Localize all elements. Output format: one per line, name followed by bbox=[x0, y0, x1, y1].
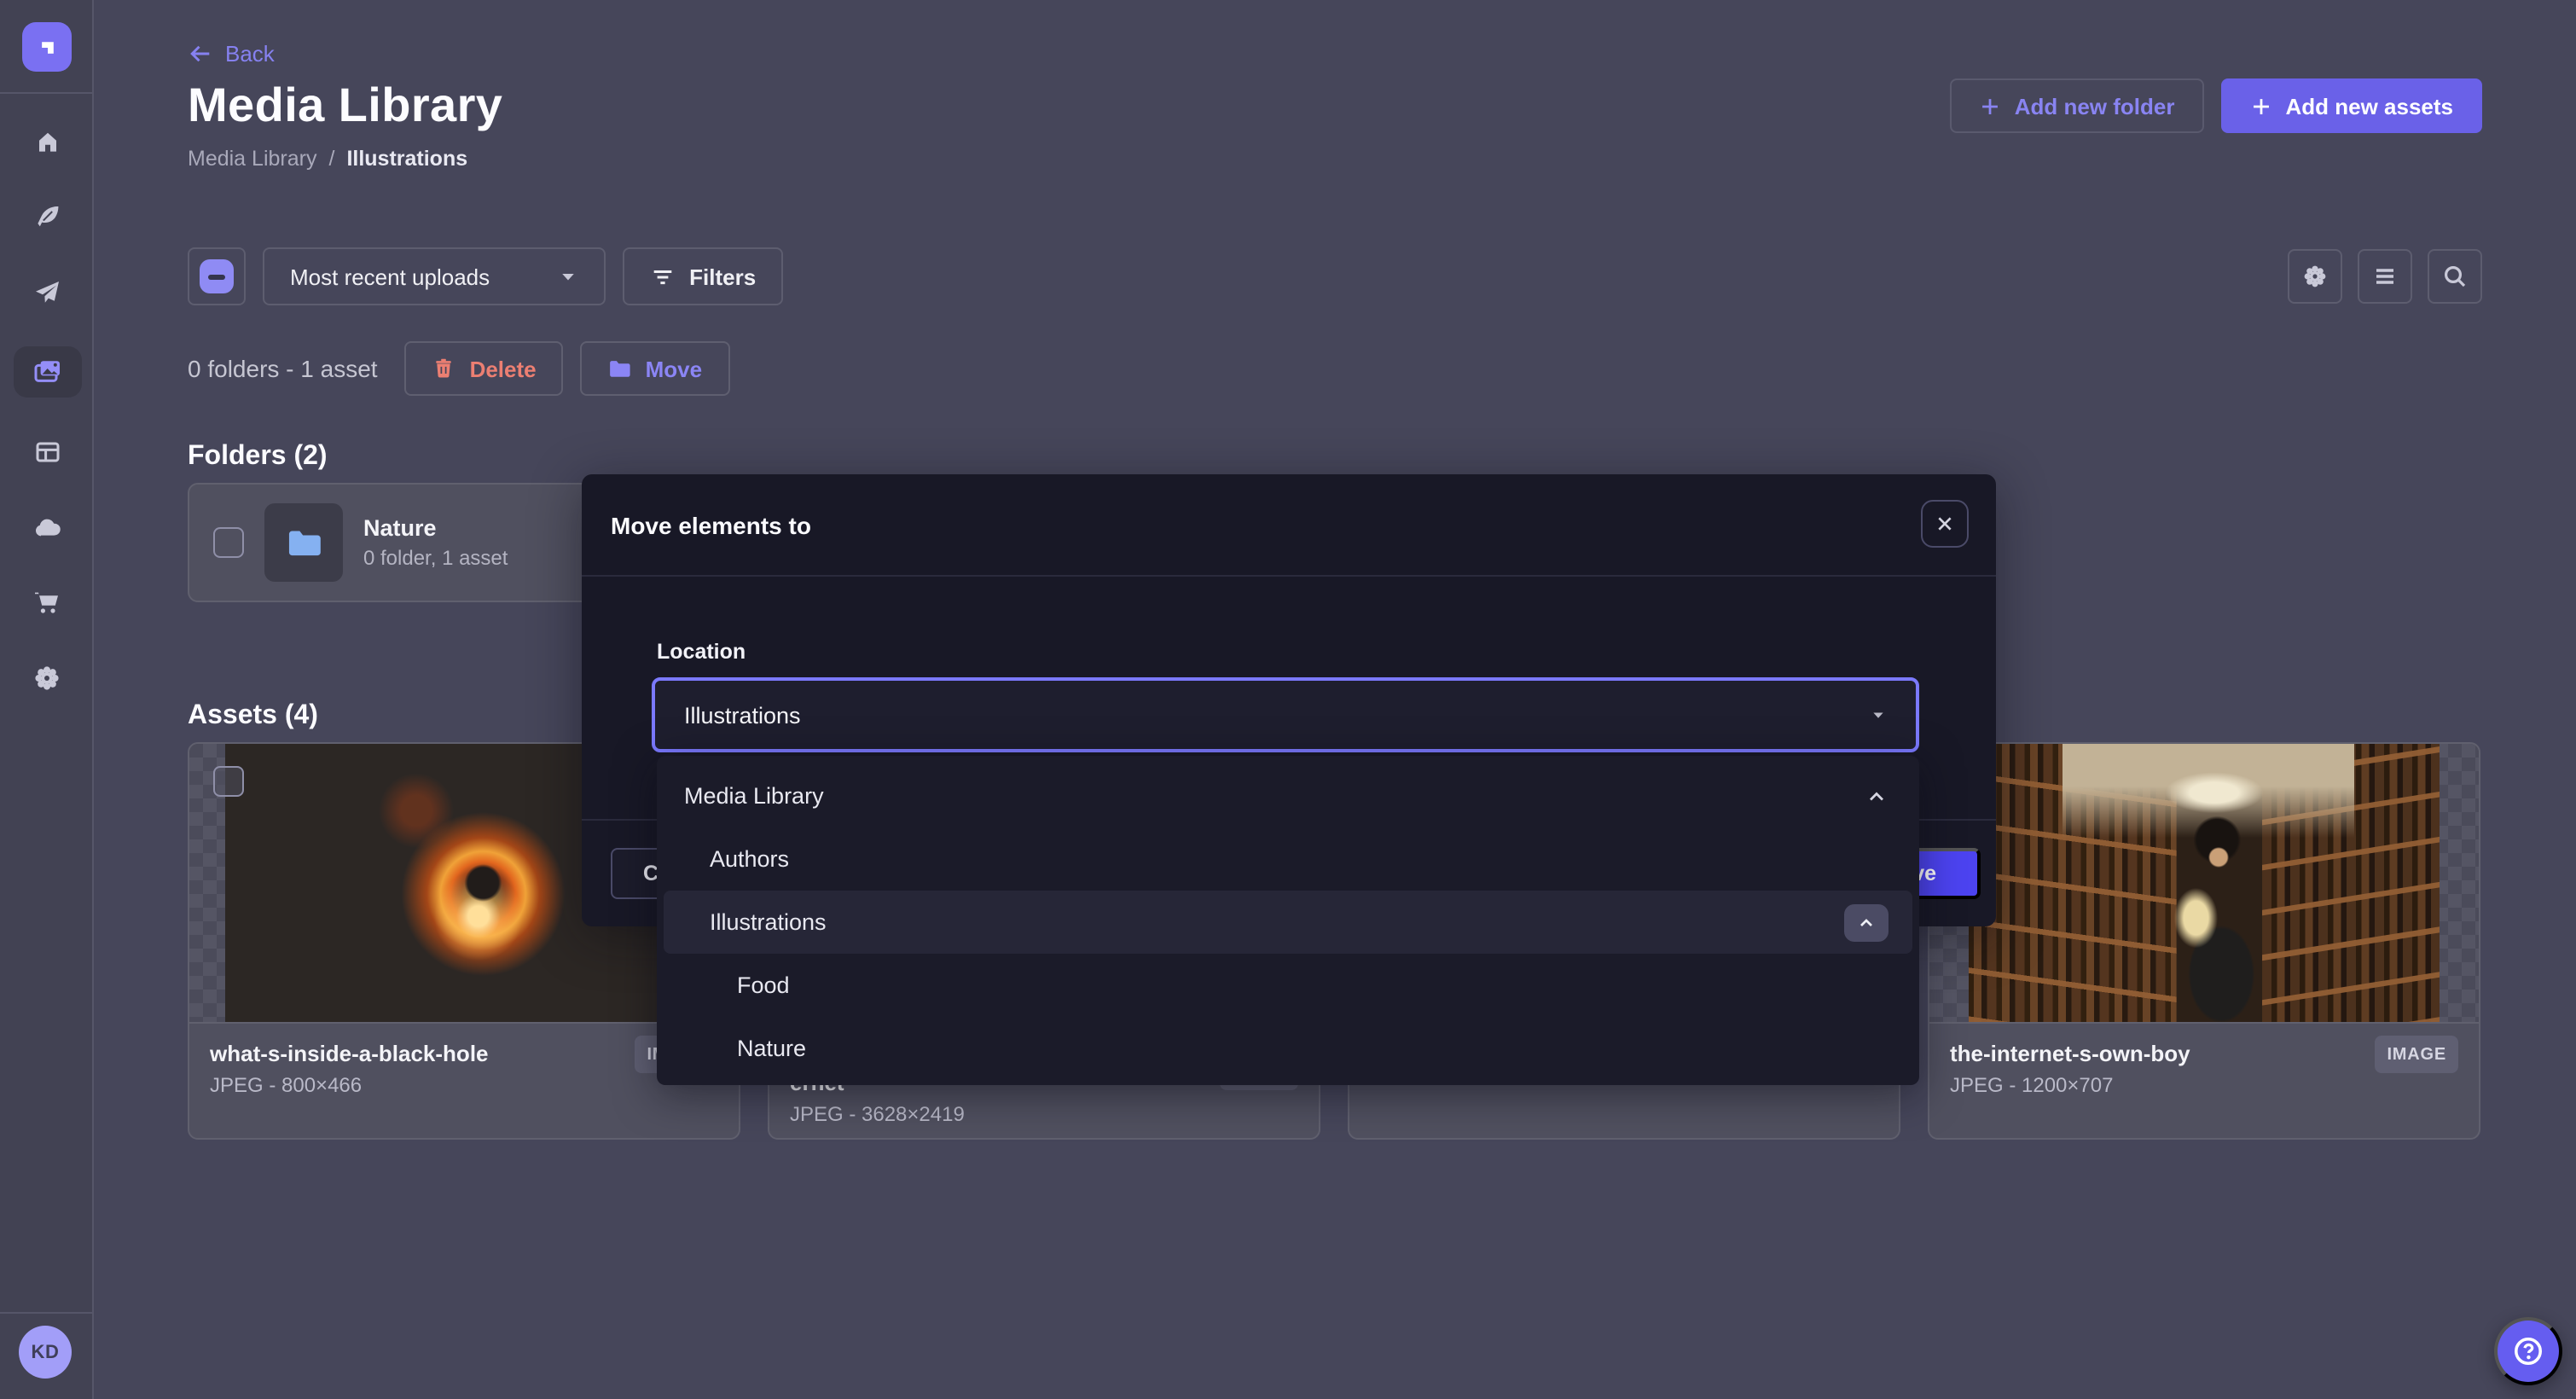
selection-summary: 0 folders - 1 asset bbox=[188, 355, 378, 382]
media-library-app: KD Back Media Library Add new folder Add… bbox=[0, 0, 2576, 1399]
option-nature[interactable]: Nature bbox=[664, 1017, 1912, 1080]
location-select[interactable]: Illustrations bbox=[652, 677, 1919, 752]
settings-gear-icon[interactable] bbox=[2288, 249, 2342, 304]
sidebar-nav bbox=[0, 121, 94, 698]
asset-size: JPEG - 800×466 bbox=[210, 1073, 718, 1097]
add-new-folder-label: Add new folder bbox=[2015, 93, 2175, 119]
plus-icon bbox=[2249, 95, 2271, 117]
location-dropdown-panel: Media Library Authors Illustrations Food… bbox=[657, 756, 1919, 1085]
selection-bar: 0 folders - 1 asset Delete Move bbox=[188, 341, 2482, 396]
option-label: Illustrations bbox=[710, 909, 827, 935]
page-title: Media Library bbox=[188, 78, 502, 133]
caret-down-icon bbox=[1870, 706, 1887, 723]
library-image bbox=[1969, 744, 2440, 1022]
asset-info: the-internet-s-own-boy JPEG - 1200×707 I… bbox=[1929, 1024, 2479, 1097]
layout-icon[interactable] bbox=[13, 432, 81, 473]
folder-info: Nature 0 folder, 1 asset bbox=[363, 515, 508, 570]
option-media-library[interactable]: Media Library bbox=[664, 764, 1912, 827]
move-button[interactable]: Move bbox=[581, 341, 729, 396]
chevron-up-icon[interactable] bbox=[1865, 784, 1888, 808]
asset-type-badge: IMAGE bbox=[2375, 1036, 2458, 1073]
option-label: Food bbox=[737, 972, 790, 998]
view-controls bbox=[2288, 249, 2482, 304]
collapse-chevron-button[interactable] bbox=[1844, 903, 1888, 941]
asset-checkbox[interactable] bbox=[213, 766, 244, 797]
cloud-icon[interactable] bbox=[13, 507, 81, 548]
add-new-assets-button[interactable]: Add new assets bbox=[2220, 78, 2482, 133]
option-illustrations[interactable]: Illustrations bbox=[664, 891, 1912, 954]
close-icon[interactable] bbox=[1921, 500, 1969, 548]
sort-dropdown[interactable]: Most recent uploads bbox=[263, 247, 606, 305]
avatar[interactable]: KD bbox=[19, 1326, 72, 1379]
plus-icon bbox=[1979, 95, 2001, 117]
folders-heading: Folders (2) bbox=[188, 442, 2482, 473]
breadcrumb: Media Library / Illustrations bbox=[188, 147, 2482, 171]
question-icon bbox=[2511, 1334, 2545, 1368]
option-authors[interactable]: Authors bbox=[664, 827, 1912, 891]
folder-icon bbox=[608, 357, 632, 380]
cart-icon[interactable] bbox=[13, 582, 81, 623]
breadcrumb-separator: / bbox=[328, 147, 334, 171]
person-art bbox=[2148, 805, 2289, 1022]
option-label: Media Library bbox=[684, 783, 824, 809]
search-icon[interactable] bbox=[2428, 249, 2482, 304]
strapi-logo-icon[interactable] bbox=[22, 22, 72, 72]
back-label: Back bbox=[225, 41, 275, 67]
modal-title: Move elements to bbox=[611, 474, 811, 577]
breadcrumb-parent[interactable]: Media Library bbox=[188, 147, 316, 171]
option-label: Nature bbox=[737, 1036, 806, 1061]
caret-down-icon bbox=[558, 266, 578, 287]
asset-size: JPEG - 3628×2419 bbox=[790, 1102, 1298, 1126]
select-all-checkbox[interactable] bbox=[188, 247, 246, 305]
folder-subtitle: 0 folder, 1 asset bbox=[363, 546, 508, 570]
add-new-folder-button[interactable]: Add new folder bbox=[1950, 78, 2204, 133]
asset-thumbnail bbox=[1929, 744, 2479, 1024]
sort-value: Most recent uploads bbox=[290, 264, 490, 289]
help-button[interactable] bbox=[2494, 1317, 2562, 1385]
header-actions: Add new folder Add new assets bbox=[1950, 78, 2482, 133]
filters-label: Filters bbox=[689, 264, 756, 289]
back-arrow-icon bbox=[188, 41, 213, 67]
move-label: Move bbox=[646, 356, 702, 381]
toolbar: Most recent uploads Filters bbox=[188, 247, 2482, 305]
location-label: Location bbox=[657, 640, 746, 664]
sidebar-divider-bottom bbox=[0, 1312, 94, 1314]
indeterminate-check-icon bbox=[200, 259, 234, 293]
folder-blue-icon bbox=[285, 524, 322, 561]
home-icon[interactable] bbox=[13, 121, 81, 162]
trash-icon bbox=[432, 357, 456, 380]
images-icon[interactable] bbox=[13, 346, 81, 398]
sidebar-divider-top bbox=[0, 92, 94, 94]
delete-label: Delete bbox=[470, 356, 537, 381]
feather-icon[interactable] bbox=[13, 196, 81, 237]
location-select-value: Illustrations bbox=[684, 702, 801, 728]
filters-button[interactable]: Filters bbox=[623, 247, 783, 305]
option-food[interactable]: Food bbox=[664, 954, 1912, 1017]
folder-checkbox[interactable] bbox=[213, 527, 244, 558]
asset-card-internets-own-boy[interactable]: the-internet-s-own-boy JPEG - 1200×707 I… bbox=[1928, 742, 2480, 1140]
paper-plane-icon[interactable] bbox=[13, 271, 81, 312]
gear-icon[interactable] bbox=[13, 657, 81, 698]
back-link[interactable]: Back bbox=[188, 41, 275, 67]
asset-size: JPEG - 1200×707 bbox=[1950, 1073, 2458, 1097]
folder-thumbnail bbox=[264, 503, 343, 582]
folder-title: Nature bbox=[363, 515, 508, 541]
delete-button[interactable]: Delete bbox=[405, 341, 564, 396]
list-view-icon[interactable] bbox=[2358, 249, 2412, 304]
modal-header: Move elements to bbox=[582, 474, 1996, 577]
sidebar: KD bbox=[0, 0, 94, 1399]
breadcrumb-current: Illustrations bbox=[346, 147, 467, 171]
filter-icon bbox=[650, 264, 676, 289]
add-new-assets-label: Add new assets bbox=[2285, 93, 2453, 119]
option-label: Authors bbox=[710, 846, 789, 872]
